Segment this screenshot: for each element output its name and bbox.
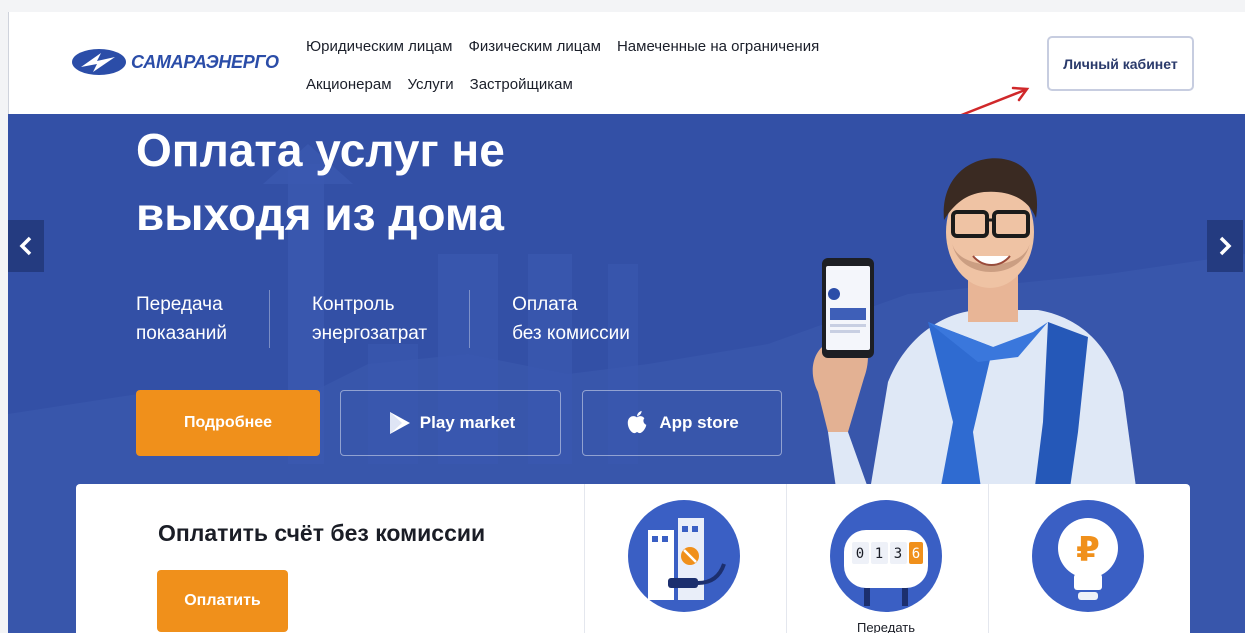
service-label-meter: Передать xyxy=(856,620,915,633)
pay-title: Оплатить счёт без комиссии xyxy=(158,520,486,546)
divider xyxy=(584,484,585,633)
nav-row-1: Юридическим лицам Физическим лицам Намеч… xyxy=(306,34,956,58)
play-market-button[interactable]: Play market xyxy=(340,390,561,456)
services-card: Оплатить счёт без комиссии Оплатить 0 1 … xyxy=(76,484,1190,633)
hero-title-line-1: Оплата услуг не xyxy=(136,124,505,176)
main-nav: Юридическим лицам Физическим лицам Намеч… xyxy=(306,34,956,110)
utilities-icon[interactable] xyxy=(628,500,740,612)
chevron-right-icon xyxy=(1219,236,1232,256)
nav-link-services[interactable]: Услуги xyxy=(408,76,454,93)
meter-digit: 3 xyxy=(894,546,902,562)
nav-link-restrictions[interactable]: Намеченные на ограничения xyxy=(617,38,819,55)
play-market-label: Play market xyxy=(419,413,516,432)
meter-icon[interactable]: 0 1 3 6 xyxy=(830,500,942,612)
play-store-icon xyxy=(386,410,412,436)
ruble-sign: ₽ xyxy=(1076,530,1100,570)
hero-title: Оплата услуг не выходя из дома xyxy=(136,118,656,246)
feature-readings: Передача показаний xyxy=(136,294,227,344)
logo-mark-icon xyxy=(71,47,127,77)
pay-button[interactable]: Оплатить xyxy=(157,570,288,632)
apple-icon xyxy=(625,410,651,436)
divider xyxy=(786,484,787,633)
hero-title-line-2: выходя из дома xyxy=(136,188,504,240)
chevron-left-icon xyxy=(19,236,32,256)
feature-payment: Оплата без комиссии xyxy=(469,290,672,348)
app-store-label: App store xyxy=(659,413,739,432)
site-header: САМАРАЭНЕРГО Юридическим лицам Физически… xyxy=(8,12,1245,118)
slider-next-button[interactable] xyxy=(1207,220,1243,272)
personal-account-button[interactable]: Личный кабинет xyxy=(1047,36,1194,91)
more-button[interactable]: Подробнее xyxy=(136,390,320,456)
logo-text: САМАРАЭНЕРГО xyxy=(131,51,279,72)
ruble-bulb-icon[interactable]: ₽ xyxy=(1032,500,1144,612)
nav-link-legal[interactable]: Юридическим лицам xyxy=(306,38,452,55)
feature-control: Контроль энергозатрат xyxy=(268,290,469,348)
nav-link-developers[interactable]: Застройщикам xyxy=(470,76,573,93)
nav-link-individuals[interactable]: Физическим лицам xyxy=(468,38,601,55)
hero-features: Передача показаний Контроль энергозатрат… xyxy=(136,290,672,348)
slider-prev-button[interactable] xyxy=(8,220,44,272)
meter-digit: 6 xyxy=(912,546,920,562)
meter-digit: 0 xyxy=(856,546,864,562)
divider xyxy=(988,484,989,633)
meter-digit: 1 xyxy=(875,546,883,562)
app-store-button[interactable]: App store xyxy=(582,390,782,456)
samaraenergo-logo[interactable]: САМАРАЭНЕРГО xyxy=(71,46,291,78)
nav-row-2: Акционерам Услуги Застройщикам xyxy=(306,72,956,96)
man-with-phone-image xyxy=(812,158,1138,502)
nav-link-shareholders[interactable]: Акционерам xyxy=(306,76,392,93)
